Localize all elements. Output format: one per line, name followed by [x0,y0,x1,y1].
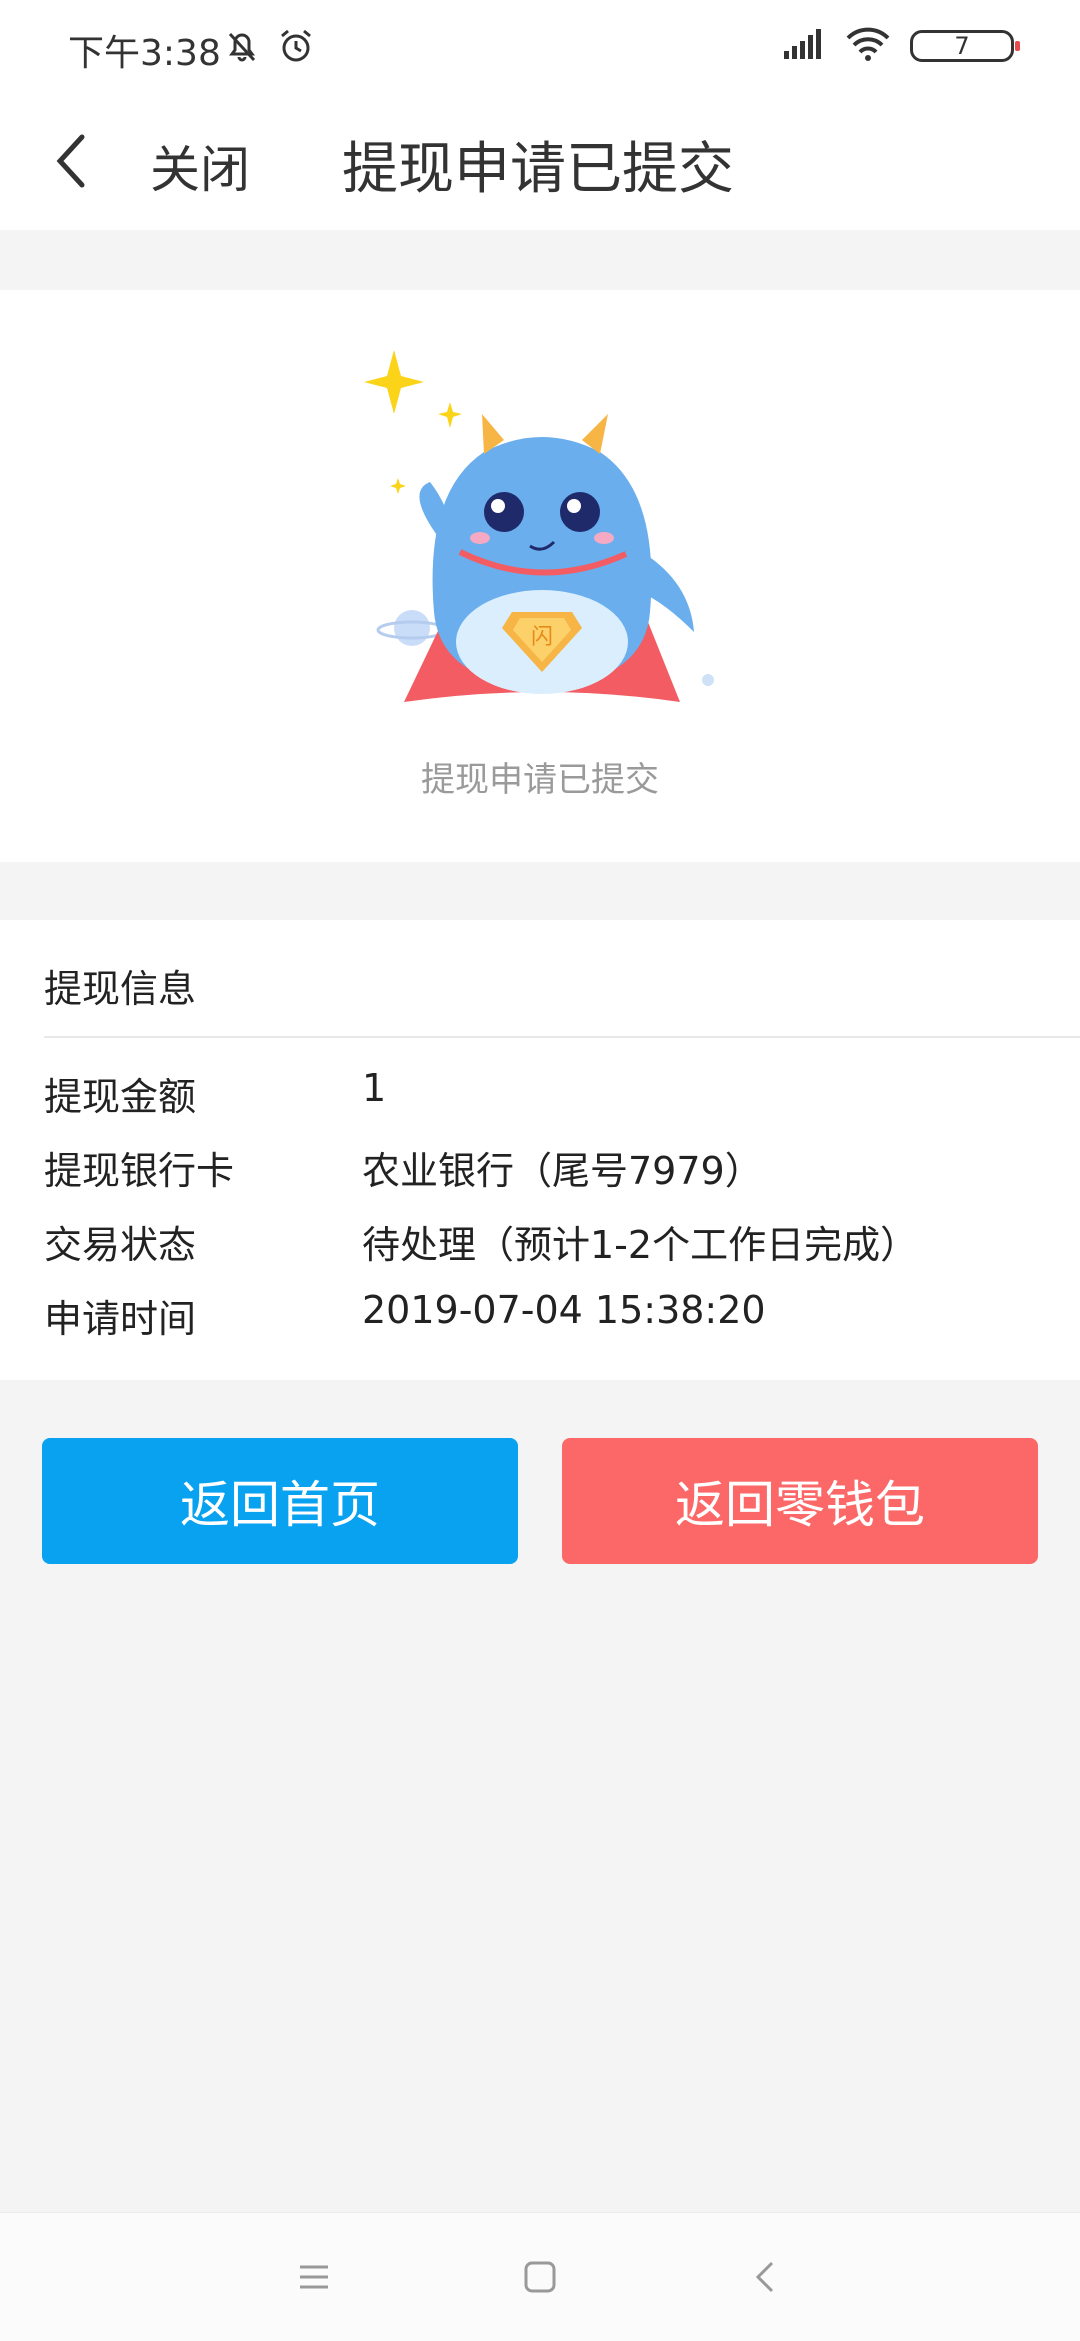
info-row-amount: 提现金额 1 [44,1066,386,1126]
status-bar: 下午3:38 7 [0,0,1080,96]
info-row-label: 申请时间 [44,1297,197,1341]
back-icon[interactable] [746,2257,786,2297]
divider [44,1036,1080,1038]
page-title: 提现申请已提交 [342,137,734,202]
info-row-label: 提现银行卡 [44,1149,235,1193]
mute-bell-icon [222,26,262,70]
info-row-value: 待处理（预计1-2个工作日完成） [362,1223,919,1267]
back-button[interactable] [40,126,100,196]
status-time: 下午3:38 [68,33,221,74]
info-row-label: 提现金额 [44,1075,197,1119]
info-row-bank-card: 提现银行卡 农业银行（尾号7979） [44,1140,763,1200]
menu-icon[interactable] [294,2257,334,2297]
success-hero: 闪 提现申请已提交 [0,290,1080,862]
chevron-left-icon [56,134,85,188]
nav-bar: 关闭 提现申请已提交 [0,96,1080,230]
svg-text:闪: 闪 [531,625,553,650]
home-square-icon[interactable] [520,2257,560,2297]
withdrawal-info-card: 提现信息 提现金额 1 提现银行卡 农业银行（尾号7979） 交易状态 待处理（… [0,920,1080,1380]
info-row-label: 交易状态 [44,1223,197,1267]
info-row-value: 农业银行（尾号7979） [362,1149,763,1193]
signal-icon [782,27,826,65]
info-row-value: 1 [362,1066,387,1110]
back-to-wallet-button[interactable]: 返回零钱包 [562,1438,1038,1564]
info-row-time: 申请时间 2019-07-04 15:38:20 [44,1288,766,1348]
hero-caption: 提现申请已提交 [421,760,659,800]
info-header: 提现信息 [44,967,197,1011]
superhero-mascot-illustration: 闪 [364,350,714,702]
alarm-icon [276,26,316,70]
close-button[interactable]: 关闭 [150,130,250,202]
system-nav-bar [0,2212,1080,2341]
info-row-value: 2019-07-04 15:38:20 [362,1288,766,1332]
battery-icon: 7 [910,30,1020,62]
wifi-icon [844,26,892,66]
back-to-home-button[interactable]: 返回首页 [42,1438,518,1564]
info-row-status: 交易状态 待处理（预计1-2个工作日完成） [44,1214,918,1274]
